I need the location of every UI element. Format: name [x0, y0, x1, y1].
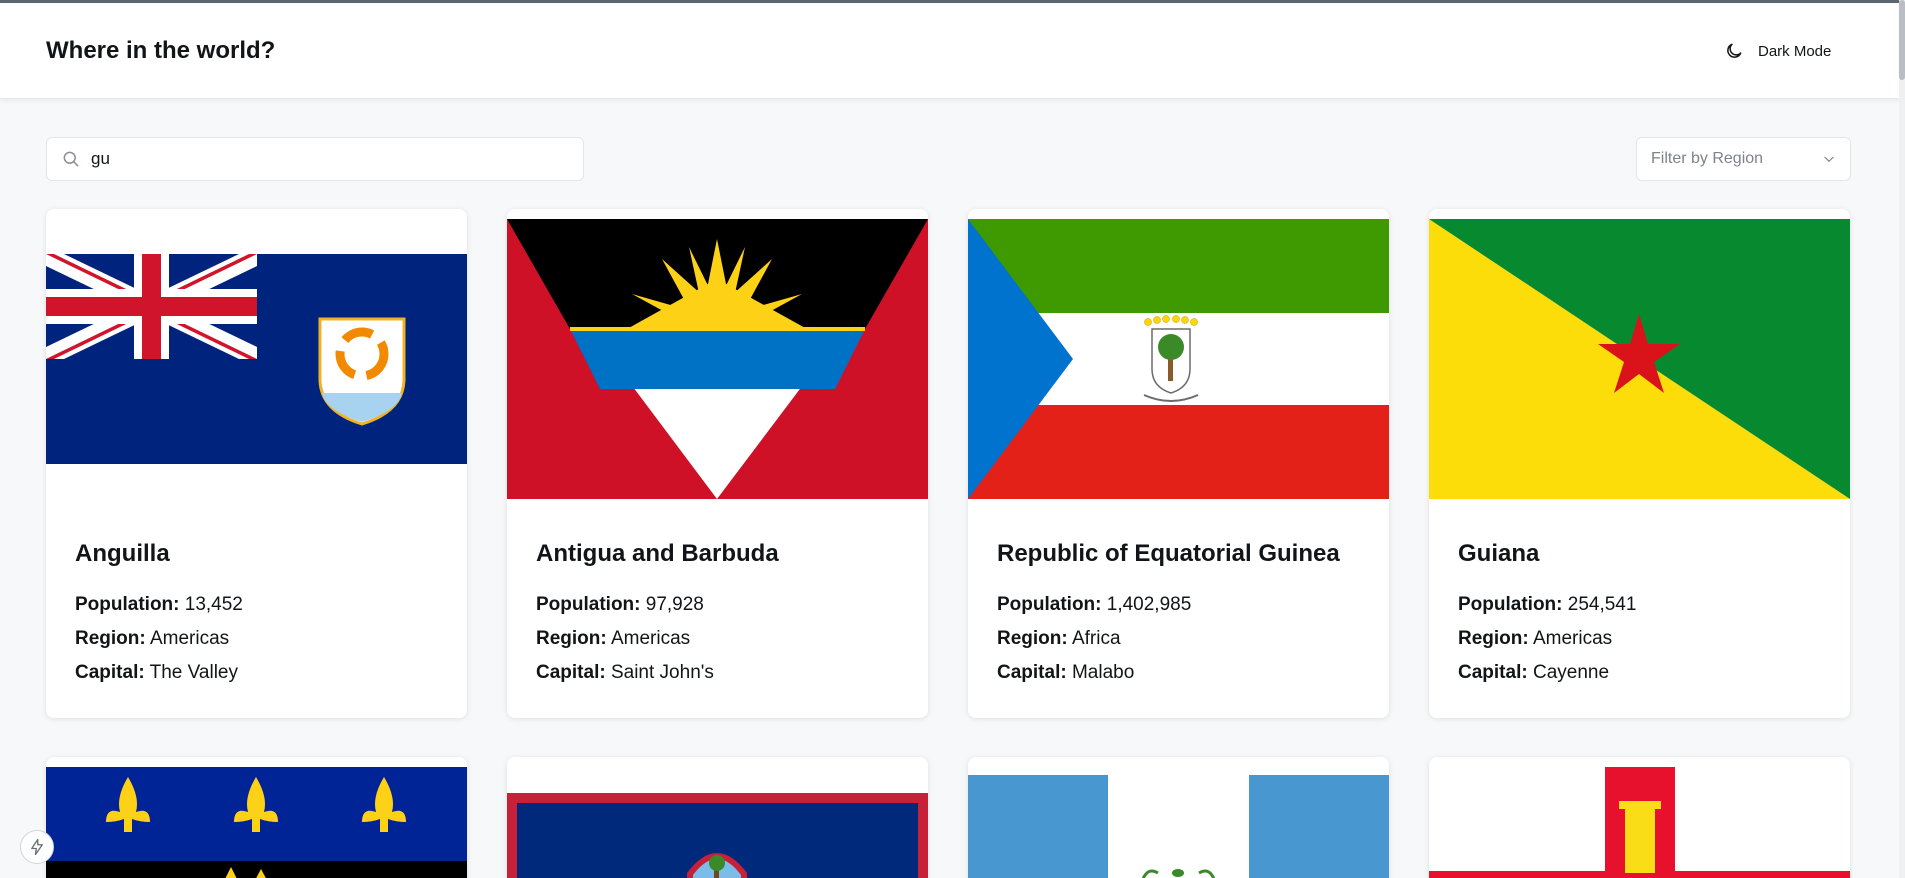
population-value: 13,452 — [184, 594, 243, 615]
country-name: Guiana — [1458, 540, 1540, 567]
flag-anguilla — [46, 219, 467, 499]
region-filter-select[interactable]: Filter by Region — [1636, 137, 1851, 181]
capital-value: Malabo — [1071, 662, 1135, 683]
flag-row2-2 — [507, 793, 928, 878]
capital-label: Capital: — [1458, 662, 1528, 683]
country-card-row2-2[interactable] — [507, 757, 928, 878]
app-title: Where in the world? — [46, 37, 276, 64]
flag-row2-3 — [968, 775, 1389, 878]
country-card-antigua-and-barbuda[interactable]: Antigua and Barbuda Population: 97,928 R… — [507, 209, 928, 718]
population-value: 97,928 — [645, 594, 704, 615]
lightning-badge[interactable] — [20, 830, 54, 864]
population-label: Population: — [75, 594, 180, 615]
country-card-row2-4[interactable] — [1429, 757, 1850, 878]
capital-label: Capital: — [536, 662, 606, 683]
country-card-anguilla[interactable]: Anguilla Population: 13,452 Region: Amer… — [46, 209, 467, 718]
lightning-icon — [31, 838, 43, 856]
app-header: Where in the world? Dark Mode — [0, 3, 1899, 99]
region-label: Region: — [75, 628, 146, 649]
moon-icon — [1727, 43, 1742, 58]
region-label: Region: — [997, 628, 1068, 649]
region-value: Americas — [1532, 628, 1613, 649]
region-label: Region: — [536, 628, 607, 649]
flag-antigua-and-barbuda — [507, 219, 928, 499]
region-value: Americas — [149, 628, 230, 649]
capital-value: Saint John's — [610, 662, 714, 683]
capital-value: The Valley — [149, 662, 238, 683]
region-label: Region: — [1458, 628, 1529, 649]
search-input[interactable] — [91, 149, 571, 169]
region-filter-label: Filter by Region — [1651, 150, 1764, 167]
scrollbar-thumb[interactable] — [1899, 0, 1905, 80]
flag-row2-1 — [46, 767, 467, 878]
country-name: Antigua and Barbuda — [536, 540, 779, 567]
population-value: 254,541 — [1567, 594, 1637, 615]
country-card-row2-1[interactable] — [46, 757, 467, 878]
capital-label: Capital: — [997, 662, 1067, 683]
flag-guiana — [1429, 219, 1850, 499]
search-box[interactable] — [46, 137, 584, 181]
population-label: Population: — [1458, 594, 1563, 615]
region-value: Americas — [610, 628, 691, 649]
region-value: Africa — [1071, 628, 1121, 649]
capital-label: Capital: — [75, 662, 145, 683]
country-card-guiana[interactable]: Guiana Population: 254,541 Region: Ameri… — [1429, 209, 1850, 718]
page-scrollbar[interactable] — [1899, 0, 1905, 878]
dark-mode-toggle[interactable]: Dark Mode — [1724, 41, 1831, 61]
chevron-down-icon — [1824, 156, 1834, 162]
population-value: 1,402,985 — [1106, 594, 1192, 615]
capital-value: Cayenne — [1532, 662, 1610, 683]
country-name: Anguilla — [75, 540, 170, 567]
population-label: Population: — [997, 594, 1102, 615]
flag-equatorial-guinea — [968, 219, 1389, 499]
search-icon — [63, 151, 79, 167]
population-label: Population: — [536, 594, 641, 615]
country-name: Republic of Equatorial Guinea — [997, 540, 1340, 567]
flag-row2-4 — [1429, 767, 1850, 878]
country-card-equatorial-guinea[interactable]: Republic of Equatorial Guinea Population… — [968, 209, 1389, 718]
dark-mode-label: Dark Mode — [1758, 42, 1832, 60]
country-card-row2-3[interactable] — [968, 757, 1389, 878]
